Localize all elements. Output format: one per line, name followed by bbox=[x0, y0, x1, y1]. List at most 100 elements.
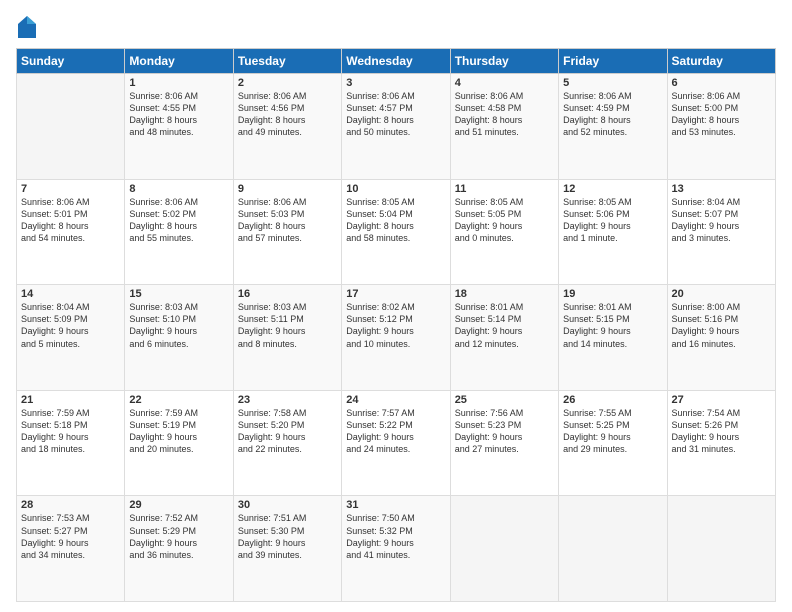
day-info: Sunrise: 8:05 AM Sunset: 5:04 PM Dayligh… bbox=[346, 196, 445, 245]
day-number: 14 bbox=[21, 288, 120, 300]
page: SundayMondayTuesdayWednesdayThursdayFrid… bbox=[0, 0, 792, 612]
calendar-table: SundayMondayTuesdayWednesdayThursdayFrid… bbox=[16, 48, 776, 602]
day-info: Sunrise: 8:06 AM Sunset: 4:57 PM Dayligh… bbox=[346, 90, 445, 139]
day-number: 2 bbox=[238, 77, 337, 89]
day-info: Sunrise: 7:59 AM Sunset: 5:19 PM Dayligh… bbox=[129, 407, 228, 456]
day-number: 7 bbox=[21, 183, 120, 195]
calendar-header-row: SundayMondayTuesdayWednesdayThursdayFrid… bbox=[17, 49, 776, 74]
calendar-cell: 7Sunrise: 8:06 AM Sunset: 5:01 PM Daylig… bbox=[17, 179, 125, 285]
day-number: 15 bbox=[129, 288, 228, 300]
calendar-cell: 19Sunrise: 8:01 AM Sunset: 5:15 PM Dayli… bbox=[559, 285, 667, 391]
day-number: 18 bbox=[455, 288, 554, 300]
calendar-cell: 13Sunrise: 8:04 AM Sunset: 5:07 PM Dayli… bbox=[667, 179, 775, 285]
day-number: 9 bbox=[238, 183, 337, 195]
day-number: 21 bbox=[21, 394, 120, 406]
day-info: Sunrise: 7:51 AM Sunset: 5:30 PM Dayligh… bbox=[238, 512, 337, 561]
calendar-day-header: Wednesday bbox=[342, 49, 450, 74]
day-info: Sunrise: 8:06 AM Sunset: 4:59 PM Dayligh… bbox=[563, 90, 662, 139]
calendar-cell: 24Sunrise: 7:57 AM Sunset: 5:22 PM Dayli… bbox=[342, 390, 450, 496]
calendar-cell: 18Sunrise: 8:01 AM Sunset: 5:14 PM Dayli… bbox=[450, 285, 558, 391]
day-info: Sunrise: 8:06 AM Sunset: 5:00 PM Dayligh… bbox=[672, 90, 771, 139]
day-info: Sunrise: 7:58 AM Sunset: 5:20 PM Dayligh… bbox=[238, 407, 337, 456]
day-info: Sunrise: 7:59 AM Sunset: 5:18 PM Dayligh… bbox=[21, 407, 120, 456]
day-number: 12 bbox=[563, 183, 662, 195]
calendar-day-header: Friday bbox=[559, 49, 667, 74]
calendar-week-row: 7Sunrise: 8:06 AM Sunset: 5:01 PM Daylig… bbox=[17, 179, 776, 285]
day-number: 22 bbox=[129, 394, 228, 406]
day-number: 11 bbox=[455, 183, 554, 195]
calendar-cell: 17Sunrise: 8:02 AM Sunset: 5:12 PM Dayli… bbox=[342, 285, 450, 391]
day-number: 17 bbox=[346, 288, 445, 300]
calendar-cell: 22Sunrise: 7:59 AM Sunset: 5:19 PM Dayli… bbox=[125, 390, 233, 496]
calendar-cell: 25Sunrise: 7:56 AM Sunset: 5:23 PM Dayli… bbox=[450, 390, 558, 496]
day-info: Sunrise: 8:03 AM Sunset: 5:10 PM Dayligh… bbox=[129, 301, 228, 350]
calendar-cell: 16Sunrise: 8:03 AM Sunset: 5:11 PM Dayli… bbox=[233, 285, 341, 391]
day-info: Sunrise: 7:55 AM Sunset: 5:25 PM Dayligh… bbox=[563, 407, 662, 456]
day-number: 6 bbox=[672, 77, 771, 89]
calendar-day-header: Monday bbox=[125, 49, 233, 74]
day-number: 25 bbox=[455, 394, 554, 406]
day-number: 1 bbox=[129, 77, 228, 89]
day-number: 20 bbox=[672, 288, 771, 300]
calendar-week-row: 14Sunrise: 8:04 AM Sunset: 5:09 PM Dayli… bbox=[17, 285, 776, 391]
calendar-cell: 20Sunrise: 8:00 AM Sunset: 5:16 PM Dayli… bbox=[667, 285, 775, 391]
day-info: Sunrise: 8:04 AM Sunset: 5:07 PM Dayligh… bbox=[672, 196, 771, 245]
day-info: Sunrise: 7:50 AM Sunset: 5:32 PM Dayligh… bbox=[346, 512, 445, 561]
day-info: Sunrise: 8:06 AM Sunset: 5:02 PM Dayligh… bbox=[129, 196, 228, 245]
day-info: Sunrise: 8:04 AM Sunset: 5:09 PM Dayligh… bbox=[21, 301, 120, 350]
day-number: 29 bbox=[129, 499, 228, 511]
calendar-cell: 6Sunrise: 8:06 AM Sunset: 5:00 PM Daylig… bbox=[667, 74, 775, 180]
day-info: Sunrise: 8:01 AM Sunset: 5:14 PM Dayligh… bbox=[455, 301, 554, 350]
calendar-week-row: 28Sunrise: 7:53 AM Sunset: 5:27 PM Dayli… bbox=[17, 496, 776, 602]
day-number: 26 bbox=[563, 394, 662, 406]
day-info: Sunrise: 7:52 AM Sunset: 5:29 PM Dayligh… bbox=[129, 512, 228, 561]
day-info: Sunrise: 8:06 AM Sunset: 5:01 PM Dayligh… bbox=[21, 196, 120, 245]
calendar-cell: 8Sunrise: 8:06 AM Sunset: 5:02 PM Daylig… bbox=[125, 179, 233, 285]
calendar-cell: 10Sunrise: 8:05 AM Sunset: 5:04 PM Dayli… bbox=[342, 179, 450, 285]
calendar-cell: 3Sunrise: 8:06 AM Sunset: 4:57 PM Daylig… bbox=[342, 74, 450, 180]
calendar-day-header: Tuesday bbox=[233, 49, 341, 74]
day-info: Sunrise: 8:06 AM Sunset: 4:56 PM Dayligh… bbox=[238, 90, 337, 139]
day-number: 13 bbox=[672, 183, 771, 195]
day-number: 5 bbox=[563, 77, 662, 89]
day-number: 28 bbox=[21, 499, 120, 511]
calendar-cell: 11Sunrise: 8:05 AM Sunset: 5:05 PM Dayli… bbox=[450, 179, 558, 285]
header bbox=[16, 16, 776, 38]
calendar-cell: 30Sunrise: 7:51 AM Sunset: 5:30 PM Dayli… bbox=[233, 496, 341, 602]
calendar-cell bbox=[667, 496, 775, 602]
calendar-week-row: 1Sunrise: 8:06 AM Sunset: 4:55 PM Daylig… bbox=[17, 74, 776, 180]
day-number: 4 bbox=[455, 77, 554, 89]
calendar-cell bbox=[450, 496, 558, 602]
calendar-cell bbox=[17, 74, 125, 180]
calendar-week-row: 21Sunrise: 7:59 AM Sunset: 5:18 PM Dayli… bbox=[17, 390, 776, 496]
day-info: Sunrise: 8:05 AM Sunset: 5:06 PM Dayligh… bbox=[563, 196, 662, 245]
calendar-cell: 29Sunrise: 7:52 AM Sunset: 5:29 PM Dayli… bbox=[125, 496, 233, 602]
day-number: 24 bbox=[346, 394, 445, 406]
calendar-cell: 12Sunrise: 8:05 AM Sunset: 5:06 PM Dayli… bbox=[559, 179, 667, 285]
day-number: 3 bbox=[346, 77, 445, 89]
calendar-cell: 2Sunrise: 8:06 AM Sunset: 4:56 PM Daylig… bbox=[233, 74, 341, 180]
day-info: Sunrise: 8:06 AM Sunset: 5:03 PM Dayligh… bbox=[238, 196, 337, 245]
calendar-day-header: Sunday bbox=[17, 49, 125, 74]
day-number: 8 bbox=[129, 183, 228, 195]
calendar-cell: 14Sunrise: 8:04 AM Sunset: 5:09 PM Dayli… bbox=[17, 285, 125, 391]
day-info: Sunrise: 8:06 AM Sunset: 4:58 PM Dayligh… bbox=[455, 90, 554, 139]
day-number: 16 bbox=[238, 288, 337, 300]
calendar-cell: 23Sunrise: 7:58 AM Sunset: 5:20 PM Dayli… bbox=[233, 390, 341, 496]
logo bbox=[16, 16, 38, 38]
day-number: 23 bbox=[238, 394, 337, 406]
calendar-cell bbox=[559, 496, 667, 602]
day-info: Sunrise: 7:57 AM Sunset: 5:22 PM Dayligh… bbox=[346, 407, 445, 456]
calendar-day-header: Saturday bbox=[667, 49, 775, 74]
calendar-cell: 31Sunrise: 7:50 AM Sunset: 5:32 PM Dayli… bbox=[342, 496, 450, 602]
calendar-cell: 4Sunrise: 8:06 AM Sunset: 4:58 PM Daylig… bbox=[450, 74, 558, 180]
day-info: Sunrise: 8:01 AM Sunset: 5:15 PM Dayligh… bbox=[563, 301, 662, 350]
calendar-cell: 26Sunrise: 7:55 AM Sunset: 5:25 PM Dayli… bbox=[559, 390, 667, 496]
day-number: 31 bbox=[346, 499, 445, 511]
day-info: Sunrise: 7:56 AM Sunset: 5:23 PM Dayligh… bbox=[455, 407, 554, 456]
day-info: Sunrise: 8:00 AM Sunset: 5:16 PM Dayligh… bbox=[672, 301, 771, 350]
day-info: Sunrise: 8:06 AM Sunset: 4:55 PM Dayligh… bbox=[129, 90, 228, 139]
day-info: Sunrise: 7:53 AM Sunset: 5:27 PM Dayligh… bbox=[21, 512, 120, 561]
calendar-day-header: Thursday bbox=[450, 49, 558, 74]
logo-icon bbox=[18, 16, 36, 38]
